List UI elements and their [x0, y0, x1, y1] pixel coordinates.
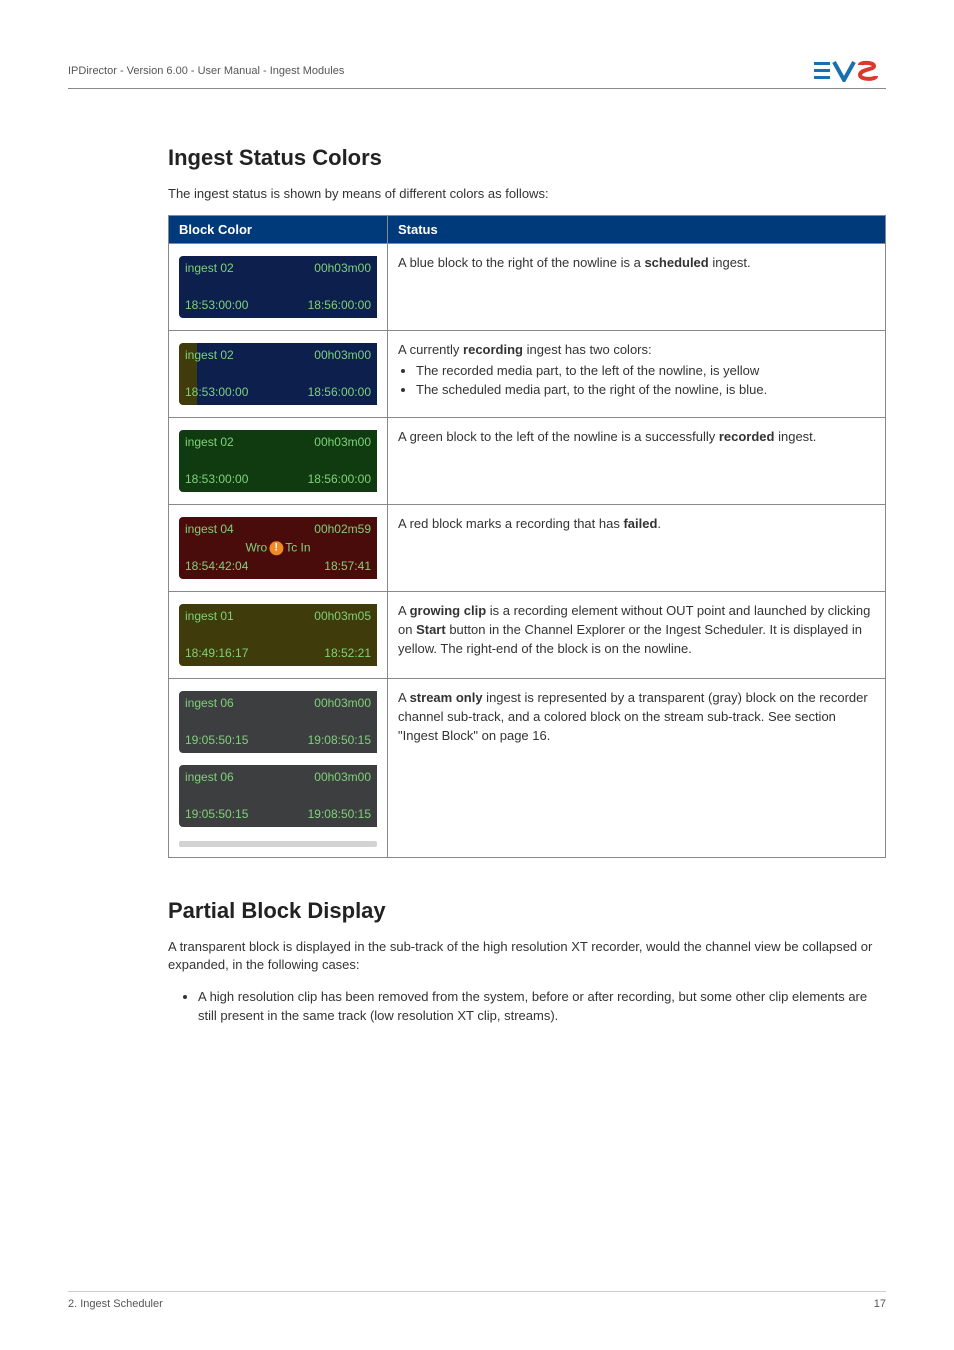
block-end-tc: 18:56:00:00: [308, 471, 371, 488]
block-name: ingest 06: [185, 769, 234, 786]
status-text: A blue block to the right of the nowline…: [398, 255, 644, 270]
block-duration: 00h03m00: [314, 769, 371, 786]
status-text: A: [398, 690, 410, 705]
status-bold: failed: [623, 516, 657, 531]
th-block-color: Block Color: [169, 216, 388, 244]
status-bold: growing clip: [410, 603, 487, 618]
status-cell: A blue block to the right of the nowline…: [388, 244, 886, 331]
status-text: A green block to the left of the nowline…: [398, 429, 719, 444]
block-start-tc: 18:53:00:00: [185, 471, 248, 488]
section-heading-partial-block: Partial Block Display: [168, 898, 886, 924]
block-duration: 00h02m59: [314, 521, 371, 538]
status-cell: A growing clip is a recording element wi…: [388, 592, 886, 679]
block-duration: 00h03m00: [314, 434, 371, 451]
status-cell: A green block to the left of the nowline…: [388, 418, 886, 505]
warning-icon: !: [269, 541, 283, 555]
status-bold: recorded: [719, 429, 775, 444]
status-text: .: [657, 516, 661, 531]
block-end-tc: 18:56:00:00: [308, 384, 371, 401]
block-name: ingest 02: [185, 434, 234, 451]
block-start-tc: 18:54:42:04: [185, 558, 248, 575]
block-duration: 00h03m00: [314, 260, 371, 277]
ingest-block-scheduled: ingest 02 00h03m00 18:53:00:00 18:56:00:…: [179, 256, 377, 318]
ingest-block-recorded: ingest 02 00h03m00 18:53:00:00 18:56:00:…: [179, 430, 377, 492]
status-bullet: The recorded media part, to the left of …: [416, 362, 875, 381]
block-start-tc: 19:05:50:15: [185, 806, 248, 823]
stream-bar-icon: [179, 841, 377, 847]
block-duration: 00h03m00: [314, 695, 371, 712]
partial-block-para: A transparent block is displayed in the …: [168, 938, 886, 974]
block-name: ingest 04: [185, 521, 234, 538]
status-cell: A red block marks a recording that has f…: [388, 505, 886, 592]
status-bullet: The scheduled media part, to the right o…: [416, 381, 875, 400]
ingest-block-stream-recorder: ingest 06 00h03m00 19:05:50:15 19:08:50:…: [179, 691, 377, 753]
status-cell: A currently recording ingest has two col…: [388, 331, 886, 418]
block-name: ingest 01: [185, 608, 234, 625]
warn-text: Wro: [245, 539, 267, 556]
intro-text: The ingest status is shown by means of d…: [168, 185, 886, 203]
status-text: A: [398, 603, 410, 618]
block-start-tc: 19:05:50:15: [185, 732, 248, 749]
section-heading-status-colors: Ingest Status Colors: [168, 145, 886, 171]
status-text: ingest.: [774, 429, 816, 444]
header-title: IPDirector - Version 6.00 - User Manual …: [68, 65, 344, 77]
status-text: button in the Channel Explorer or the In…: [398, 622, 862, 656]
page-footer: 2. Ingest Scheduler 17: [68, 1291, 886, 1310]
block-duration: 00h03m05: [314, 608, 371, 625]
block-center-warning: Wro ! Tc In: [245, 539, 310, 556]
th-status: Status: [388, 216, 886, 244]
status-bold: stream only: [410, 690, 483, 705]
block-name: ingest 06: [185, 695, 234, 712]
status-bold: scheduled: [644, 255, 708, 270]
footer-page-number: 17: [874, 1298, 886, 1310]
block-start-tc: 18:53:00:00: [185, 297, 248, 314]
block-start-tc: 18:49:16:17: [185, 645, 248, 662]
ingest-block-recording: ingest 02 00h03m00 18:53:00:00 18:56:00:…: [179, 343, 377, 405]
block-end-tc: 18:57:41: [324, 558, 371, 575]
block-end-tc: 19:08:50:15: [308, 806, 371, 823]
status-text: ingest.: [709, 255, 751, 270]
warn-text: Tc In: [285, 539, 310, 556]
status-text: A red block marks a recording that has: [398, 516, 623, 531]
block-start-tc: 18:53:00:00: [185, 384, 248, 401]
page-header: IPDirector - Version 6.00 - User Manual …: [68, 60, 886, 89]
block-duration: 00h03m00: [314, 347, 371, 364]
block-end-tc: 18:52:21: [324, 645, 371, 662]
block-name: ingest 02: [185, 260, 234, 277]
evs-logo: [814, 60, 886, 82]
block-end-tc: 18:56:00:00: [308, 297, 371, 314]
ingest-block-failed: ingest 04 00h02m59 18:54:42:04 18:57:41 …: [179, 517, 377, 579]
ingest-block-growing: ingest 01 00h03m05 18:49:16:17 18:52:21: [179, 604, 377, 666]
status-colors-table: Block Color Status ingest 02 00h03m00 18…: [168, 215, 886, 858]
status-cell: A stream only ingest is represented by a…: [388, 679, 886, 858]
partial-block-bullet: A high resolution clip has been removed …: [198, 987, 886, 1026]
status-text: A currently: [398, 342, 463, 357]
block-name: ingest 02: [185, 347, 234, 364]
ingest-block-stream-sub: ingest 06 00h03m00 19:05:50:15 19:08:50:…: [179, 765, 377, 827]
footer-section: 2. Ingest Scheduler: [68, 1298, 163, 1310]
status-bold: recording: [463, 342, 523, 357]
status-bold: Start: [416, 622, 446, 637]
block-end-tc: 19:08:50:15: [308, 732, 371, 749]
status-text: ingest has two colors:: [523, 342, 652, 357]
